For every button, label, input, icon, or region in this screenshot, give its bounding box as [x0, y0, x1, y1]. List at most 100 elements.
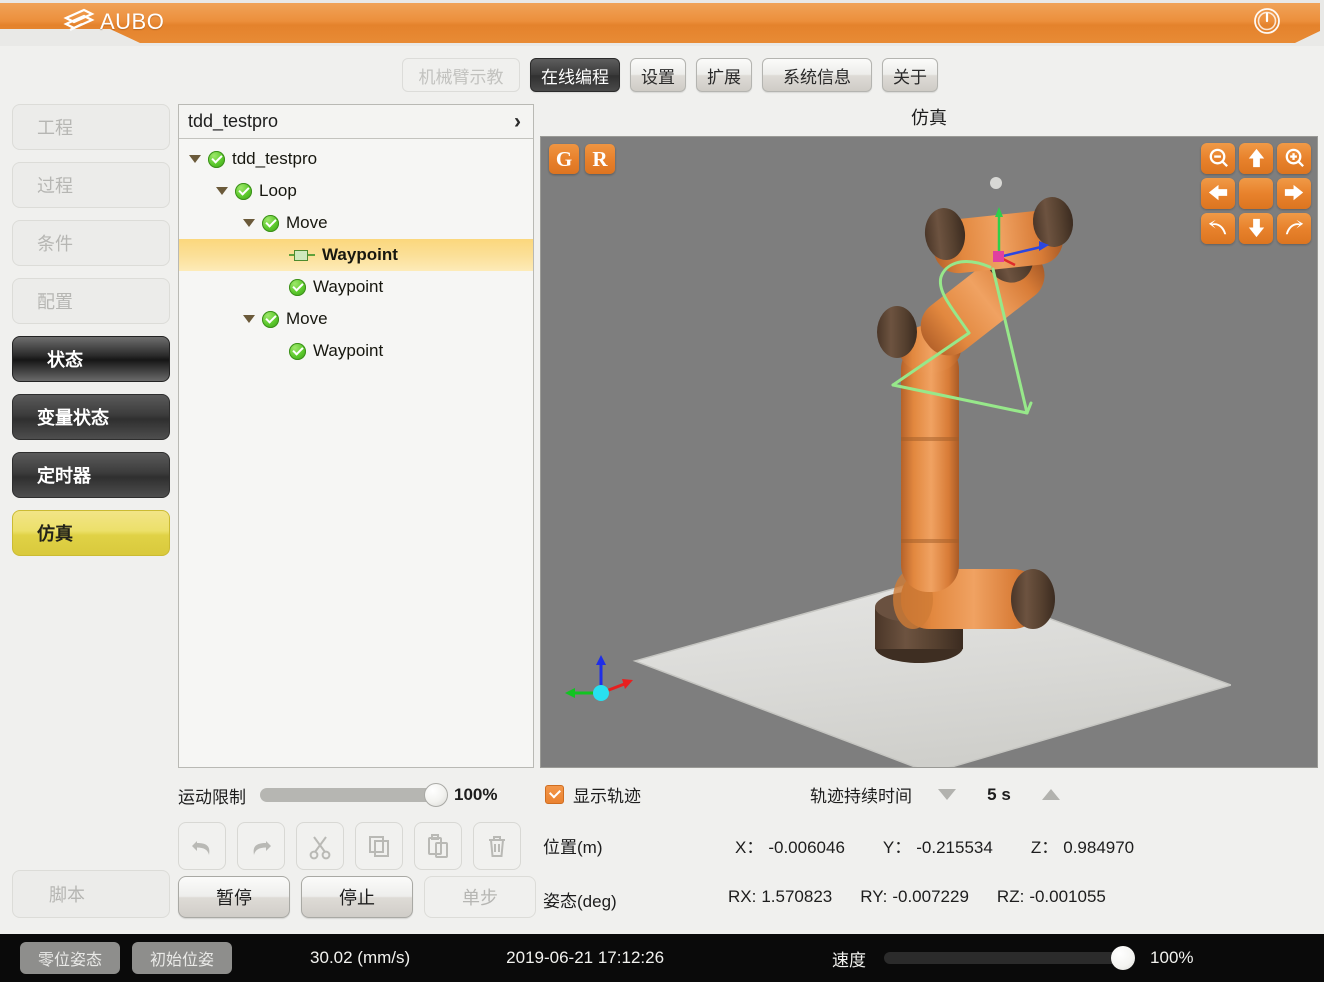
- tree-node[interactable]: Waypoint: [179, 335, 533, 367]
- coord-axis-label: RY:: [860, 887, 888, 906]
- sidebar-item-script[interactable]: 脚本: [12, 870, 170, 918]
- coord-x: X： -0.006046: [735, 833, 845, 858]
- cut-icon: [309, 836, 331, 860]
- chevron-down-icon[interactable]: [243, 219, 255, 227]
- coord-ry: RY: -0.007229: [860, 887, 969, 907]
- run-button-1[interactable]: 停止: [301, 876, 413, 918]
- main-nav: 机械臂示教 在线编程 设置 扩展 系统信息 关于: [0, 58, 1324, 94]
- cut-button: [296, 822, 344, 870]
- trajectory-duration-increment-icon[interactable]: [1042, 789, 1060, 800]
- paste-button: [414, 822, 462, 870]
- nav-tab-4[interactable]: 系统信息: [762, 58, 872, 92]
- coord-value: -0.006046: [768, 838, 845, 857]
- program-name: tdd_testpro: [188, 111, 279, 131]
- coord-axis-label: Z：: [1030, 838, 1059, 857]
- sidebar-item-label: 工程: [37, 118, 73, 138]
- sidebar-item-5[interactable]: 变量状态: [12, 394, 170, 440]
- coord-value: -0.007229: [892, 887, 969, 906]
- chevron-right-icon[interactable]: ›: [514, 110, 521, 134]
- nav-tab-label: 关于: [893, 67, 927, 87]
- tree-node[interactable]: Loop: [179, 175, 533, 207]
- coord-value: -0.215534: [916, 838, 993, 857]
- coord-axis-label: X：: [735, 838, 764, 857]
- sidebar-item-4[interactable]: 状态: [12, 336, 170, 382]
- simulation-viewport[interactable]: GR: [540, 136, 1318, 768]
- simulation-panel-title: 仿真: [911, 108, 947, 128]
- chevron-down-icon[interactable]: [189, 155, 201, 163]
- viewport-navigation-pad: [1201, 143, 1311, 244]
- tree-node-label: Waypoint: [322, 245, 398, 264]
- chevron-down-icon[interactable]: [216, 187, 228, 195]
- overlay-button-label: G: [555, 146, 573, 171]
- sidebar-item-2: 条件: [12, 220, 170, 266]
- power-icon[interactable]: [1252, 6, 1282, 36]
- orientation-values: RX: 1.570823 RY: -0.007229 RZ: -0.001055: [728, 887, 1106, 907]
- motion-limit-value: 100%: [454, 785, 498, 804]
- waypoint-marker-icon: [289, 249, 315, 261]
- show-trajectory-checkbox-row[interactable]: 显示轨迹: [545, 782, 641, 807]
- motion-limit-label: 运动限制: [178, 787, 246, 807]
- tree-node-label: Move: [286, 213, 328, 232]
- status-ok-icon: [262, 214, 279, 232]
- chevron-down-icon[interactable]: [243, 315, 255, 323]
- undo-button: [178, 822, 226, 870]
- reset-view-button[interactable]: R: [585, 144, 615, 174]
- run-button-label: 停止: [339, 888, 375, 908]
- current-speed-readout: 30.02 (mm/s): [310, 948, 411, 967]
- coord-rz: RZ: -0.001055: [997, 887, 1106, 907]
- status-ok-icon: [235, 182, 252, 200]
- run-button-label: 单步: [462, 888, 498, 908]
- nav-tab-5[interactable]: 关于: [882, 58, 938, 92]
- tree-node[interactable]: tdd_testpro: [179, 143, 533, 175]
- tree-node[interactable]: Waypoint: [179, 271, 533, 303]
- overlay-button-label: R: [592, 146, 608, 171]
- arrow-left-icon[interactable]: [1201, 178, 1235, 209]
- coord-axis-label: RX:: [728, 887, 757, 906]
- nav-tab-label: 机械臂示教: [418, 67, 504, 87]
- tree-node[interactable]: Move: [179, 303, 533, 335]
- motion-limit-row: 运动限制 100%: [178, 780, 538, 810]
- sidebar-item-0: 工程: [12, 104, 170, 150]
- grid-toggle-button[interactable]: G: [549, 144, 579, 174]
- speed-slider-handle[interactable]: [1111, 946, 1136, 970]
- show-trajectory-checkbox[interactable]: [545, 785, 564, 804]
- nav-tab-label: 扩展: [707, 67, 741, 87]
- trajectory-duration-value: 5 s: [987, 784, 1011, 804]
- status-ok-icon: [289, 342, 306, 360]
- nav-tab-1[interactable]: 在线编程: [530, 58, 620, 92]
- arrow-right-icon[interactable]: [1277, 178, 1311, 209]
- sidebar-item-7[interactable]: 仿真: [12, 510, 170, 556]
- rotate-left-icon[interactable]: [1201, 213, 1235, 244]
- run-button-0[interactable]: 暂停: [178, 876, 290, 918]
- rotate-right-icon[interactable]: [1277, 213, 1311, 244]
- nav-tab-2[interactable]: 设置: [630, 58, 686, 92]
- sidebar-item-label: 配置: [37, 292, 73, 312]
- sidebar-item-6[interactable]: 定时器: [12, 452, 170, 498]
- waypoint-marker-line: [289, 250, 315, 261]
- arrow-up-icon[interactable]: [1239, 143, 1273, 174]
- trajectory-duration-decrement-icon[interactable]: [938, 789, 956, 800]
- tree-node-label: Waypoint: [313, 341, 384, 360]
- coord-y: Y： -0.215534: [883, 833, 993, 858]
- init-pose-button[interactable]: 初始位姿: [132, 942, 233, 974]
- position-label: 位置(m): [543, 838, 603, 857]
- motion-limit-slider-handle[interactable]: [424, 783, 448, 807]
- zoom-in-icon[interactable]: [1277, 143, 1311, 174]
- left-sidebar: 工程过程条件配置状态变量状态定时器仿真: [12, 104, 170, 934]
- arrow-down-icon[interactable]: [1239, 213, 1273, 244]
- zero-pose-label: 零位姿态: [38, 952, 103, 969]
- tree-node[interactable]: Waypoint: [179, 239, 533, 271]
- coord-value: -0.001055: [1029, 887, 1106, 906]
- zero-pose-button[interactable]: 零位姿态: [20, 942, 121, 974]
- sidebar-item-1: 过程: [12, 162, 170, 208]
- coord-rx: RX: 1.570823: [728, 887, 832, 907]
- sidebar-item-label: 过程: [37, 176, 73, 196]
- zoom-out-icon[interactable]: [1201, 143, 1235, 174]
- motion-limit-slider[interactable]: [260, 783, 448, 807]
- tree-node[interactable]: Move: [179, 207, 533, 239]
- nav-tab-3[interactable]: 扩展: [696, 58, 752, 92]
- speed-slider[interactable]: [884, 946, 1136, 970]
- program-tree-header[interactable]: tdd_testpro ›: [179, 105, 533, 139]
- aubo-logo-icon: [63, 8, 95, 31]
- status-ok-icon: [289, 278, 306, 296]
